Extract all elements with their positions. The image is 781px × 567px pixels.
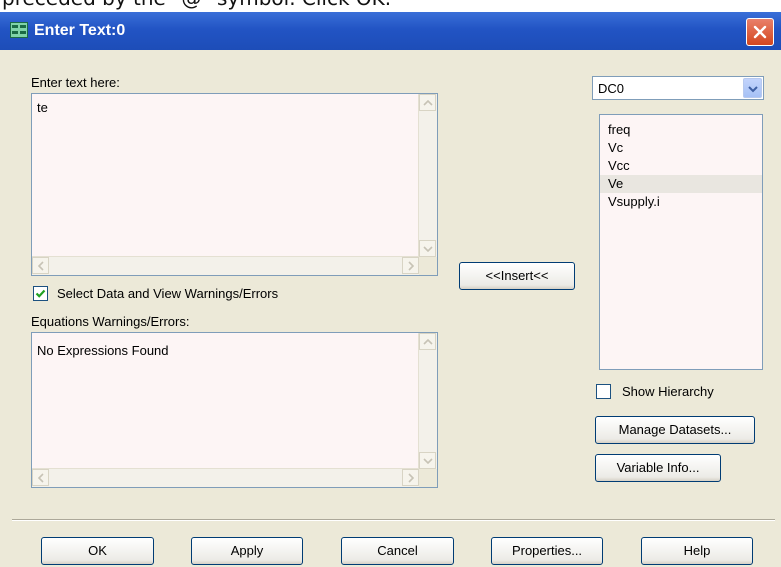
warnings-label: Equations Warnings/Errors: [31,314,190,329]
dataset-select-value: DC0 [598,81,625,96]
close-button[interactable] [746,18,774,46]
close-icon [753,25,767,39]
scroll-left-button[interactable] [32,469,49,486]
ok-button[interactable]: OK [41,537,154,565]
list-item-vcc[interactable]: Vcc [600,157,762,175]
editor-vertical-scrollbar[interactable] [418,94,437,257]
variable-info-button[interactable]: Variable Info... [595,454,721,482]
warnings-box[interactable]: No Expressions Found [31,332,438,488]
dataset-select[interactable]: DC0 [592,76,764,100]
scroll-down-button[interactable] [419,452,436,469]
apply-button[interactable]: Apply [191,537,303,565]
scroll-right-button[interactable] [402,257,419,274]
scroll-right-button[interactable] [402,469,419,486]
scroll-up-button[interactable] [419,94,436,111]
select-data-checkbox[interactable] [33,286,48,301]
chevron-up-icon [423,99,433,106]
scroll-corner [419,257,437,275]
warnings-vertical-scrollbar[interactable] [418,333,437,469]
footer-separator [12,519,775,521]
insert-button[interactable]: <<Insert<< [459,262,575,290]
window-icon [10,22,28,38]
scroll-corner [419,469,437,487]
scroll-left-button[interactable] [32,257,49,274]
list-item-vsupply-i[interactable]: Vsupply.i [600,193,762,211]
warnings-text: No Expressions Found [37,343,169,358]
cropped-caption-text: preceded by the "@" symbol. Click OK. [2,0,391,10]
chevron-up-icon [423,338,433,345]
show-hierarchy-label[interactable]: Show Hierarchy [622,384,714,399]
help-button[interactable]: Help [641,537,753,565]
list-item-freq[interactable]: freq [600,121,762,139]
dropdown-arrow-button[interactable] [743,78,762,98]
chevron-left-icon [37,261,44,271]
editor-label: Enter text here: [31,75,120,90]
check-icon [35,289,46,298]
expression-editor[interactable]: te [31,93,438,276]
window-title: Enter Text:0 [34,22,126,39]
chevron-left-icon [37,473,44,483]
enter-text-dialog: Enter Text:0 Enter text here: te Select … [0,12,781,567]
list-item-ve[interactable]: Ve [600,175,762,193]
chevron-right-icon [408,473,415,483]
chevron-down-icon [748,86,758,93]
scroll-down-button[interactable] [419,240,436,257]
scroll-up-button[interactable] [419,333,436,350]
chevron-down-icon [423,246,433,253]
editor-text: te [37,100,48,115]
warnings-horizontal-scrollbar[interactable] [32,468,419,487]
show-hierarchy-checkbox[interactable] [596,384,611,399]
variables-list[interactable]: freq Vc Vcc Ve Vsupply.i [599,114,763,370]
chevron-right-icon [408,261,415,271]
manage-datasets-button[interactable]: Manage Datasets... [595,416,755,444]
title-bar[interactable]: Enter Text:0 [0,12,781,50]
editor-horizontal-scrollbar[interactable] [32,256,419,275]
chevron-down-icon [423,458,433,465]
cancel-button[interactable]: Cancel [341,537,454,565]
list-item-vc[interactable]: Vc [600,139,762,157]
properties-button[interactable]: Properties... [491,537,603,565]
select-data-label[interactable]: Select Data and View Warnings/Errors [57,286,278,301]
